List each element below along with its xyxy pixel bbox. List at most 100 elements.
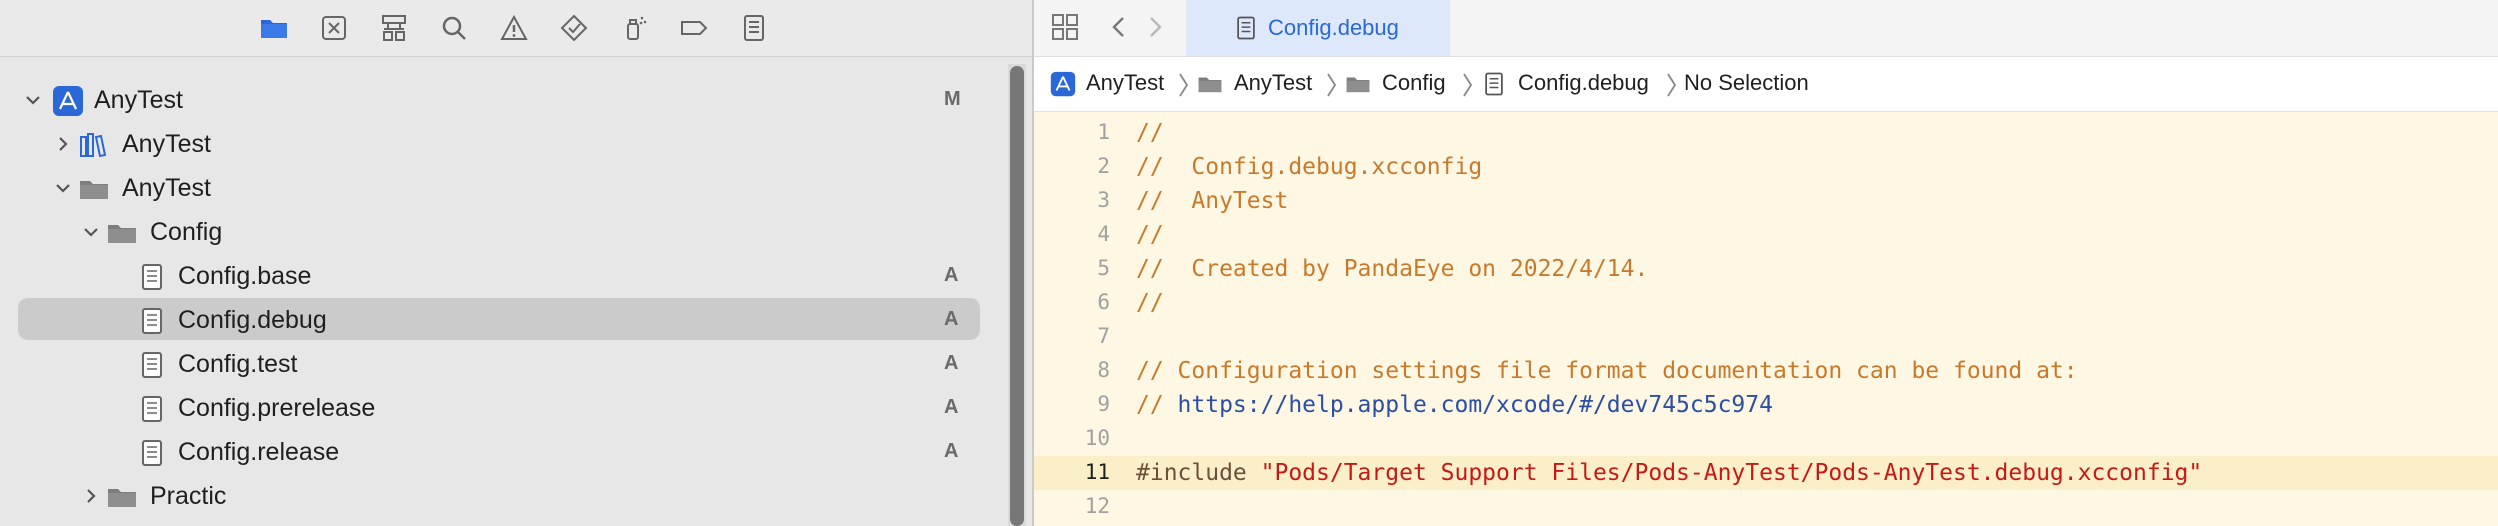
- tree-item-label: Config.test: [178, 350, 298, 378]
- navigator-toolbar: [0, 0, 1032, 57]
- chevron-right-icon: [1463, 73, 1473, 97]
- breadcrumb-item[interactable]: AnyTest: [1086, 70, 1164, 96]
- test-diamond-icon[interactable]: [558, 12, 590, 44]
- navigator-scrollbar-thumb[interactable]: [1010, 66, 1024, 526]
- chevron-down-icon[interactable]: [80, 221, 102, 243]
- source-control-icon[interactable]: [318, 12, 350, 44]
- code-comment: // Configuration settings file format do…: [1136, 358, 2078, 384]
- tab-label: Config.debug: [1268, 15, 1399, 40]
- hierarchy-icon[interactable]: [378, 12, 410, 44]
- debug-spray-icon[interactable]: [618, 12, 650, 44]
- breadcrumb-item[interactable]: Config.debug: [1518, 70, 1649, 96]
- line-number: 6: [1097, 290, 1110, 314]
- status-badge: M: [944, 88, 961, 110]
- status-badge: A: [944, 440, 959, 462]
- code-line[interactable]: 9 // https://help.apple.com/xcode/#/dev7…: [1034, 388, 2498, 422]
- code-text: // https://help.apple.com/xcode/#/dev745…: [1136, 392, 1773, 418]
- code-line[interactable]: 10: [1034, 422, 2498, 456]
- chevron-right-icon[interactable]: [52, 133, 74, 155]
- code-line-current[interactable]: 11 #include "Pods/Target Support Files/P…: [1034, 456, 2498, 490]
- folder-icon: [108, 225, 136, 243]
- tree-row-group-config[interactable]: Config: [0, 210, 1000, 254]
- app-project-icon: [1050, 71, 1076, 97]
- tree-item-label: Practic: [150, 482, 227, 510]
- code-area[interactable]: 1 // 2 // Config.debug.xcconfig 3 // Any…: [1034, 112, 2498, 526]
- tree-item-label: Config.debug: [178, 306, 327, 334]
- code-line[interactable]: 4 //: [1034, 218, 2498, 252]
- folder-icon: [1198, 77, 1222, 93]
- folder-icon: [108, 489, 136, 507]
- tree-row-config-test[interactable]: Config.test A: [0, 342, 1000, 386]
- tree-row-group-practic[interactable]: Practic: [0, 474, 1000, 518]
- line-number: 3: [1097, 188, 1110, 212]
- breadcrumb-item[interactable]: AnyTest: [1234, 70, 1312, 96]
- project-navigator: AnyTest M AnyTest AnyTest Config Config.…: [0, 0, 1032, 526]
- code-line[interactable]: 1 //: [1034, 116, 2498, 150]
- breadcrumb-item[interactable]: No Selection: [1684, 70, 1809, 96]
- line-number: 11: [1084, 460, 1110, 484]
- tree-item-label: AnyTest: [122, 130, 211, 158]
- forward-chevron-icon[interactable]: [1144, 14, 1166, 40]
- document-icon: [142, 440, 162, 466]
- folder-icon[interactable]: [258, 12, 290, 44]
- code-line[interactable]: 2 // Config.debug.xcconfig: [1034, 150, 2498, 184]
- tree-item-label: Config: [150, 218, 223, 246]
- breadcrumb-item[interactable]: Config: [1382, 70, 1446, 96]
- report-list-icon[interactable]: [738, 12, 770, 44]
- folder-icon: [80, 181, 108, 199]
- code-comment: //: [1136, 222, 1164, 248]
- document-icon: [1237, 16, 1255, 40]
- code-comment: //: [1136, 120, 1164, 146]
- code-line[interactable]: 3 // AnyTest: [1034, 184, 2498, 218]
- back-chevron-icon[interactable]: [1108, 14, 1130, 40]
- app-project-icon: [53, 86, 83, 116]
- status-badge: A: [944, 264, 959, 286]
- editor-tab-bar: Config.debug: [1034, 0, 2498, 57]
- code-directive: #include: [1136, 460, 1261, 486]
- status-badge: A: [944, 308, 959, 330]
- breadcrumb: AnyTest AnyTest Config Config.debug No S…: [1034, 57, 2498, 112]
- code-comment: // Config.debug.xcconfig: [1136, 154, 1483, 180]
- tree-row-project[interactable]: AnyTest M: [0, 78, 1000, 122]
- chevron-right-icon[interactable]: [80, 485, 102, 507]
- file-tree: AnyTest M AnyTest AnyTest Config Config.…: [0, 56, 1010, 526]
- warning-icon[interactable]: [498, 12, 530, 44]
- document-icon: [1485, 72, 1503, 96]
- folder-icon: [1346, 77, 1370, 93]
- code-text: #include "Pods/Target Support Files/Pods…: [1136, 460, 2202, 486]
- tree-row-group-anytest[interactable]: AnyTest: [0, 166, 1000, 210]
- code-comment: //: [1136, 392, 1178, 418]
- code-line[interactable]: 5 // Created by PandaEye on 2022/4/14.: [1034, 252, 2498, 286]
- tree-row-config-debug[interactable]: Config.debug A: [0, 298, 1000, 342]
- line-number: 7: [1097, 324, 1110, 348]
- line-number: 4: [1097, 222, 1110, 246]
- line-number: 9: [1097, 392, 1110, 416]
- chevron-right-icon: [1327, 73, 1337, 97]
- tree-row-config-base[interactable]: Config.base A: [0, 254, 1000, 298]
- tree-row-config-prerelease[interactable]: Config.prerelease A: [0, 386, 1000, 430]
- code-line[interactable]: 12: [1034, 490, 2498, 524]
- chevron-right-icon: [1179, 73, 1189, 97]
- status-badge: A: [944, 396, 959, 418]
- code-comment: // AnyTest: [1136, 188, 1289, 214]
- code-url-link[interactable]: https://help.apple.com/xcode/#/dev745c5c…: [1178, 392, 1773, 418]
- code-comment: // Created by PandaEye on 2022/4/14.: [1136, 256, 1649, 282]
- tree-row-config-release[interactable]: Config.release A: [0, 430, 1000, 474]
- document-icon: [142, 396, 162, 422]
- chevron-down-icon[interactable]: [52, 177, 74, 199]
- tree-item-label: Config.prerelease: [178, 394, 376, 422]
- line-number: 5: [1097, 256, 1110, 280]
- code-string: "Pods/Target Support Files/Pods-AnyTest/…: [1260, 460, 2203, 486]
- chevron-down-icon[interactable]: [22, 89, 44, 111]
- breakpoint-icon[interactable]: [678, 12, 710, 44]
- search-icon[interactable]: [438, 12, 470, 44]
- code-line[interactable]: 6 //: [1034, 286, 2498, 320]
- tree-row-library[interactable]: AnyTest: [0, 122, 1000, 166]
- line-number: 12: [1084, 494, 1110, 518]
- tab-config-debug[interactable]: Config.debug: [1186, 0, 1450, 56]
- code-line[interactable]: 8 // Configuration settings file format …: [1034, 354, 2498, 388]
- source-editor: Config.debug AnyTest AnyTest Config Conf…: [1034, 0, 2498, 526]
- grid-icon[interactable]: [1050, 12, 1080, 42]
- code-line[interactable]: 7: [1034, 320, 2498, 354]
- line-number: 1: [1097, 120, 1110, 144]
